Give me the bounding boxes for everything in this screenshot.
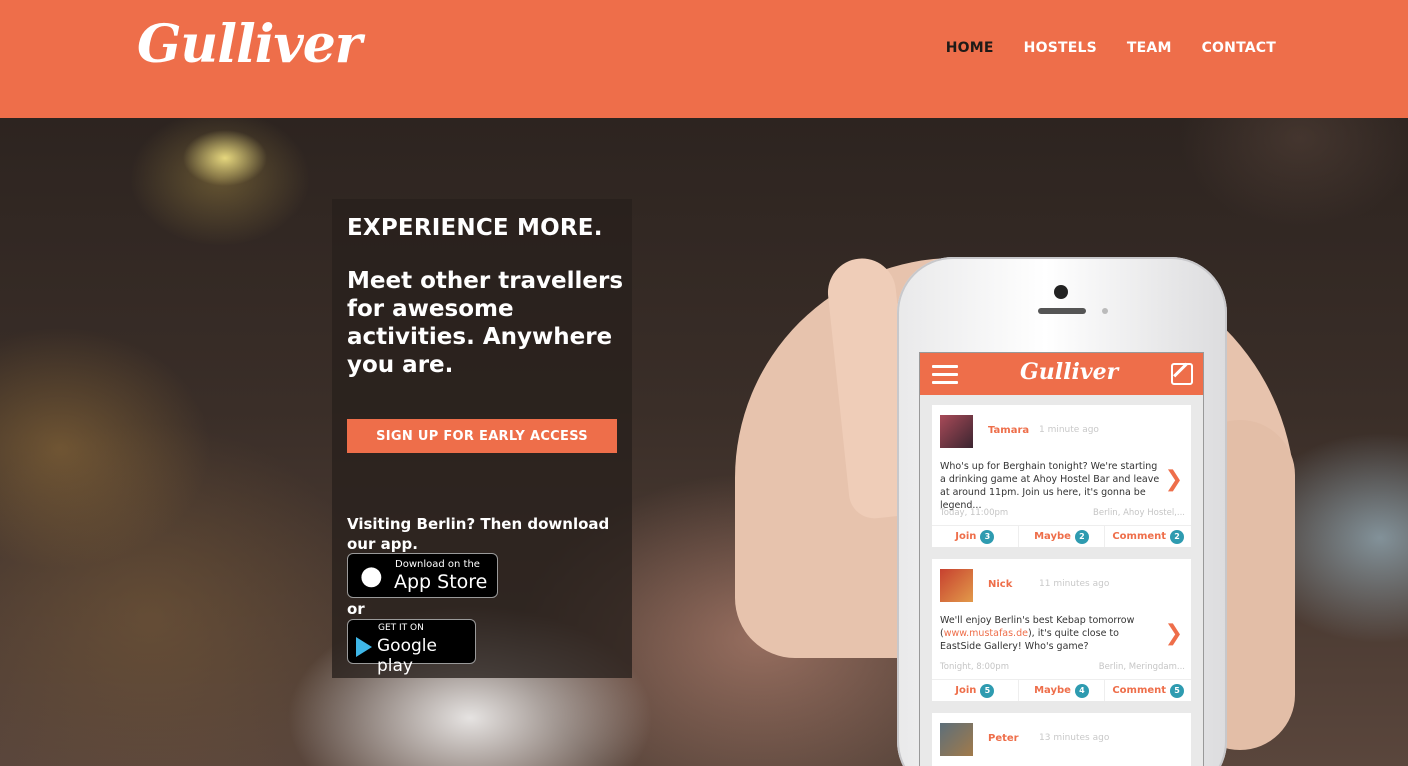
maybe-button[interactable]: Maybe 2 <box>1019 526 1106 547</box>
app-bar: Gulliver <box>920 353 1203 395</box>
avatar <box>940 415 973 448</box>
site-header: Gulliver HOME HOSTELS TEAM CONTACT <box>0 0 1408 118</box>
promo-panel: EXPERIENCE MORE. Meet other travellers f… <box>332 199 632 678</box>
compose-icon <box>1171 363 1193 385</box>
post-body: Who's up for Berghain tonight? We're sta… <box>940 461 1160 511</box>
nav-team[interactable]: TEAM <box>1127 40 1172 56</box>
post-when: Tonight, 8:00pm <box>940 662 1009 672</box>
app-store-button[interactable]: ● Download on the App Store <box>347 553 498 598</box>
post-meta: Today, 11:00pm Berlin, Ahoy Hostel,... <box>940 508 1185 518</box>
chevron-right-icon: ❯ <box>1164 621 1183 646</box>
post-author: Nick <box>988 579 1013 590</box>
comment-label: Comment <box>1112 685 1167 696</box>
avatar <box>940 569 973 602</box>
promo-kicker: EXPERIENCE MORE. <box>347 215 603 241</box>
join-count: 3 <box>980 529 995 544</box>
join-label: Join <box>955 531 977 542</box>
feed-post: Peter 13 minutes ago <box>932 713 1191 766</box>
promo-headline: Meet other travellers for awesome activi… <box>347 268 624 378</box>
comment-button[interactable]: Comment 5 <box>1105 680 1191 701</box>
google-play-button[interactable]: GET IT ON Google play <box>347 619 476 676</box>
nav-hostels[interactable]: HOSTELS <box>1024 40 1097 56</box>
nav-contact[interactable]: CONTACT <box>1202 40 1276 56</box>
nav-home[interactable]: HOME <box>946 40 994 56</box>
phone-mockup: Gulliver Tamara 1 minute ago Who's up fo… <box>897 257 1227 766</box>
post-time: 11 minutes ago <box>1039 579 1110 589</box>
feed-post: Nick 11 minutes ago We'll enjoy Berlin's… <box>932 559 1191 701</box>
googleplay-big-text: Google play <box>377 636 437 676</box>
post-time: 1 minute ago <box>1039 425 1099 435</box>
googleplay-small-text: GET IT ON <box>378 623 424 633</box>
chevron-right-icon: ❯ <box>1164 467 1183 492</box>
post-body: We'll enjoy Berlin's best Kebap tomorrow… <box>940 614 1162 653</box>
maybe-count: 2 <box>1074 529 1089 544</box>
comment-count: 2 <box>1170 529 1185 544</box>
post-where: Berlin, Ahoy Hostel,... <box>1093 508 1185 518</box>
maybe-button[interactable]: Maybe 4 <box>1019 680 1106 701</box>
join-button[interactable]: Join 3 <box>932 526 1019 547</box>
feed-post: Tamara 1 minute ago Who's up for Berghai… <box>932 405 1191 547</box>
maybe-label: Maybe <box>1034 685 1071 696</box>
phone-speaker <box>1038 308 1086 314</box>
join-button[interactable]: Join 5 <box>932 680 1019 701</box>
post-when: Today, 11:00pm <box>940 508 1009 518</box>
maybe-count: 4 <box>1074 683 1089 698</box>
post-author: Peter <box>988 733 1019 744</box>
avatar <box>940 723 973 756</box>
phone-screen: Gulliver Tamara 1 minute ago Who's up fo… <box>919 352 1204 766</box>
post-body-link[interactable]: www.mustafas.de <box>944 628 1028 639</box>
join-count: 5 <box>980 683 995 698</box>
google-play-icon <box>356 637 372 657</box>
post-where: Berlin, Meringdam... <box>1098 662 1185 672</box>
appstore-small-text: Download on the <box>395 559 480 570</box>
post-meta: Tonight, 8:00pm Berlin, Meringdam... <box>940 662 1185 672</box>
apple-icon: ● <box>360 561 383 591</box>
app-title: Gulliver <box>1020 359 1119 385</box>
signup-early-access-button[interactable]: SIGN UP FOR EARLY ACCESS <box>347 419 617 453</box>
site-logo[interactable]: Gulliver <box>137 14 362 75</box>
maybe-label: Maybe <box>1034 531 1071 542</box>
comment-button[interactable]: Comment 2 <box>1105 526 1191 547</box>
comment-label: Comment <box>1112 531 1167 542</box>
join-label: Join <box>955 685 977 696</box>
phone-sensor <box>1102 308 1108 314</box>
phone-camera <box>1054 285 1068 299</box>
post-time: 13 minutes ago <box>1039 733 1110 743</box>
appstore-big-text: App Store <box>394 571 488 593</box>
post-actions: Join 5 Maybe 4 Comment 5 <box>932 679 1191 701</box>
visit-berlin-text: Visiting Berlin? Then download our app. <box>347 515 610 553</box>
comment-count: 5 <box>1170 683 1185 698</box>
or-text: or <box>347 600 365 618</box>
main-nav: HOME HOSTELS TEAM CONTACT <box>946 40 1276 56</box>
post-actions: Join 3 Maybe 2 Comment 2 <box>932 525 1191 547</box>
hamburger-menu-icon <box>932 365 958 384</box>
post-author: Tamara <box>988 425 1030 436</box>
